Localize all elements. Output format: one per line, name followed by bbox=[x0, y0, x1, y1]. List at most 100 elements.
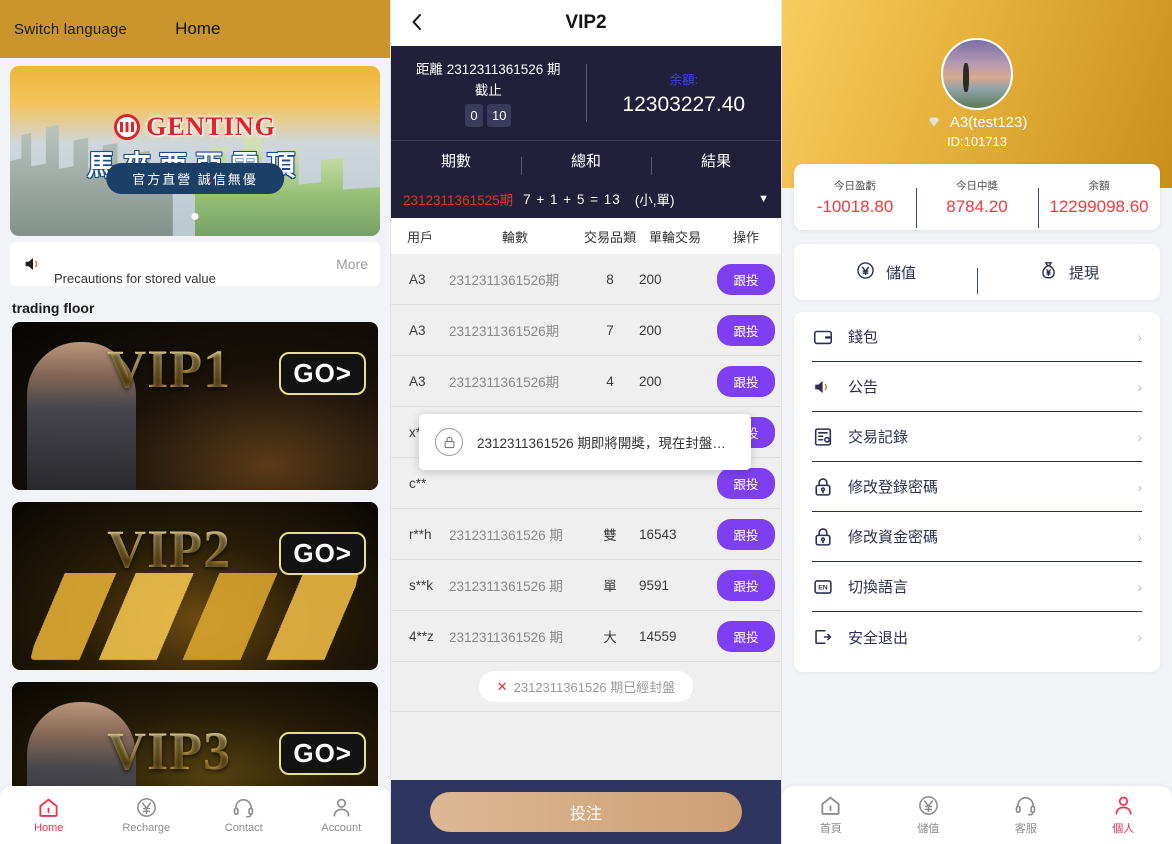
wallet-icon bbox=[812, 326, 834, 348]
genting-mark-icon bbox=[114, 114, 141, 140]
menu-item-announcements[interactable]: 公告 › bbox=[812, 362, 1142, 412]
menu-item-wallet[interactable]: 錢包 › bbox=[812, 312, 1142, 362]
latest-result-row[interactable]: 2312311361525期 7 + 1 + 5 = 13 (小,單) ▼ bbox=[391, 180, 781, 218]
table-row[interactable]: s**k 2312311361526 期 單 9591 跟投 bbox=[391, 560, 781, 611]
vip1-go-button[interactable]: GO> bbox=[279, 352, 366, 395]
menu-item-logout[interactable]: 安全退出 › bbox=[812, 612, 1142, 662]
nav-item-recharge[interactable]: Recharge bbox=[98, 796, 196, 834]
vip-card-vip1[interactable]: VIP1 GO> bbox=[12, 322, 378, 490]
table-row[interactable]: A3 2312311361526期 4 200 跟投 bbox=[391, 356, 781, 407]
menu-label: 切換語言 bbox=[848, 579, 909, 596]
notice-more-link[interactable]: More bbox=[336, 256, 368, 272]
cell-user: A3 bbox=[409, 322, 426, 338]
table-row[interactable]: A3 2312311361526期 7 200 跟投 bbox=[391, 305, 781, 356]
right-panel: A3(test123) ID:101713 今日盈虧 -10018.80 今日中… bbox=[782, 0, 1172, 844]
cell-type: 雙 bbox=[603, 528, 617, 543]
menu-item-change-fund-password[interactable]: 修改資金密碼 › bbox=[812, 512, 1142, 562]
countdown-line1: 距離 2312311361526 期 bbox=[415, 62, 561, 77]
nav-item-personal[interactable]: 個人 bbox=[1075, 794, 1172, 836]
menu-item-change-login-password[interactable]: 修改登錄密碼 › bbox=[812, 462, 1142, 512]
vip3-label: VIP3 bbox=[107, 721, 232, 781]
follow-bet-button[interactable]: 跟投 bbox=[717, 314, 775, 346]
chevron-left-icon[interactable] bbox=[405, 10, 429, 39]
closed-notice-pill: ✕ 2312311361526 期已經封盤 bbox=[478, 671, 694, 702]
nav-label-recharge: 儲值 bbox=[917, 823, 940, 835]
nav-label-recharge: Recharge bbox=[122, 822, 171, 834]
nav-item-contact[interactable]: Contact bbox=[195, 796, 293, 834]
tab-period[interactable]: 期數 bbox=[391, 150, 521, 171]
col-header-type: 交易品類 bbox=[583, 229, 636, 245]
nav-item-home[interactable]: Home bbox=[0, 796, 98, 834]
headset-icon bbox=[1014, 794, 1037, 817]
notice-bar[interactable]: Precautions for stored value More bbox=[10, 242, 380, 286]
table-row[interactable]: r**h 2312311361526 期 雙 16543 跟投 bbox=[391, 509, 781, 560]
banner-slide-genting[interactable]: GENTING 馬來西亞雲頂 官方直營 誠信無優 bbox=[10, 66, 380, 236]
svg-text:EN: EN bbox=[818, 584, 828, 591]
stat-today-pnl: 今日盈虧 -10018.80 bbox=[794, 178, 916, 217]
cell-action: 跟投 bbox=[711, 263, 781, 295]
follow-bet-button[interactable]: 跟投 bbox=[717, 467, 775, 499]
cell-action: 跟投 bbox=[711, 467, 781, 499]
follow-bet-button[interactable]: 跟投 bbox=[717, 620, 775, 652]
follow-bet-button[interactable]: 跟投 bbox=[717, 365, 775, 397]
cell-type: 大 bbox=[603, 630, 617, 645]
action-deposit-label: 儲值 bbox=[885, 264, 916, 282]
countdown-panel: 距離 2312311361526 期 截止 0 10 余額: 12303227.4… bbox=[391, 46, 781, 140]
stat-value: 8784.20 bbox=[946, 196, 1008, 216]
chevron-right-icon: › bbox=[1137, 629, 1142, 645]
lock-icon bbox=[435, 428, 463, 456]
nav-item-account[interactable]: Account bbox=[293, 796, 391, 834]
menu-label: 修改資金密碼 bbox=[848, 529, 939, 546]
follow-bet-button[interactable]: 跟投 bbox=[717, 518, 775, 550]
banner-carousel[interactable]: GENTING 馬來西亞雲頂 官方直營 誠信無優 bbox=[0, 58, 390, 236]
nav-item-recharge[interactable]: 儲值 bbox=[880, 794, 978, 836]
switch-language-button[interactable]: Switch language bbox=[14, 21, 127, 38]
action-withdraw[interactable]: 提現 bbox=[977, 260, 1160, 294]
left-topbar: Switch language Home bbox=[0, 0, 390, 58]
left-panel: Switch language Home GENTING 馬來西亞雲頂 官方直營… bbox=[0, 0, 390, 844]
menu-label: 公告 bbox=[848, 379, 879, 396]
cell-amount: 9591 bbox=[639, 577, 670, 593]
middle-topbar: VIP2 bbox=[391, 0, 781, 46]
chevron-right-icon: › bbox=[1137, 428, 1142, 445]
nav-label-contact: Contact bbox=[224, 822, 263, 834]
vip2-go-button[interactable]: GO> bbox=[279, 532, 366, 575]
follow-bet-button[interactable]: 跟投 bbox=[717, 569, 775, 601]
logout-icon bbox=[812, 626, 834, 648]
cell-user: A3 bbox=[409, 373, 426, 389]
table-row[interactable]: 4**z 2312311361526 期 大 14559 跟投 bbox=[391, 611, 781, 662]
stat-label: 今日中獎 bbox=[956, 179, 998, 192]
tab-result[interactable]: 結果 bbox=[651, 150, 781, 175]
section-title-trading-floor: trading floor bbox=[12, 300, 95, 316]
vip-card-vip2[interactable]: VIP2 GO> bbox=[12, 502, 378, 670]
chevron-down-icon[interactable]: ▼ bbox=[758, 193, 769, 205]
balance-value: 12303227.40 bbox=[622, 93, 746, 116]
table-row[interactable]: A3 2312311361526期 8 200 跟投 bbox=[391, 254, 781, 305]
bets-table-header: 用戶 輪數 交易品類 單輪交易 操作 bbox=[391, 218, 781, 254]
nav-item-home[interactable]: 首頁 bbox=[782, 794, 880, 836]
vip1-label: VIP1 bbox=[107, 339, 232, 399]
cell-round: 2312311361526期 bbox=[449, 375, 560, 390]
left-scroll-area[interactable]: GENTING 馬來西亞雲頂 官方直營 誠信無優 Precautions for… bbox=[0, 58, 390, 844]
menu-item-switch-language[interactable]: EN 切換語言 › bbox=[812, 562, 1142, 612]
nav-label-personal: 個人 bbox=[1112, 823, 1135, 835]
menu-label: 交易記錄 bbox=[848, 429, 909, 446]
closed-notice-text: 2312311361526 期已經封盤 bbox=[513, 680, 676, 695]
close-icon: ✕ bbox=[496, 678, 508, 694]
chevron-right-icon: › bbox=[1137, 578, 1142, 595]
place-bet-button[interactable]: 投注 bbox=[430, 792, 742, 832]
banner-tagline-pill: 官方直營 誠信無優 bbox=[106, 163, 284, 194]
menu-item-transaction-records[interactable]: 交易記錄 › bbox=[812, 412, 1142, 462]
gem-icon bbox=[927, 114, 945, 131]
carousel-dot[interactable] bbox=[191, 213, 199, 220]
cell-user: s**k bbox=[409, 577, 434, 593]
nav-item-support[interactable]: 客服 bbox=[977, 794, 1075, 836]
tab-sum[interactable]: 總和 bbox=[521, 150, 651, 175]
right-bottom-nav: 首頁 儲值 客服 個人 bbox=[782, 786, 1172, 844]
cell-amount: 200 bbox=[639, 271, 662, 287]
action-deposit[interactable]: 儲值 bbox=[794, 260, 977, 285]
countdown-line2: 截止 bbox=[474, 83, 502, 98]
avatar[interactable] bbox=[941, 38, 1013, 110]
follow-bet-button[interactable]: 跟投 bbox=[717, 263, 775, 295]
vip3-go-button[interactable]: GO> bbox=[279, 732, 366, 775]
